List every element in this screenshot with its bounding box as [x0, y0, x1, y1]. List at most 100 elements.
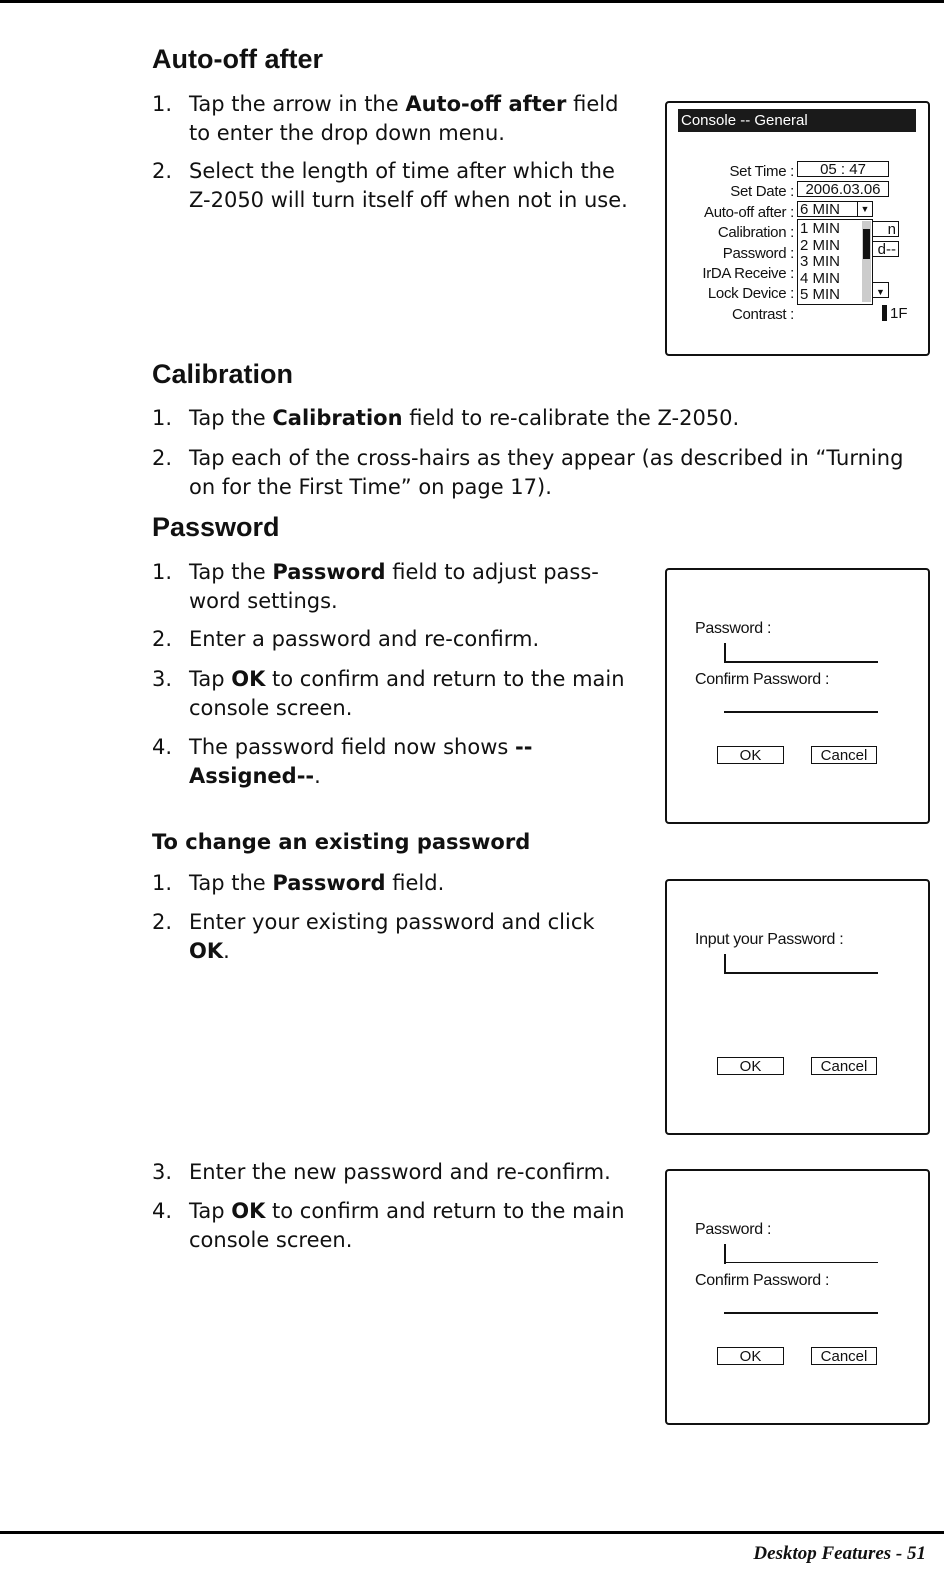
scrollbar-thumb[interactable]: [863, 229, 870, 259]
item-text: Enter a password and re-confirm.: [189, 627, 540, 651]
item-number: 2.: [152, 446, 173, 470]
list-item: 3. Enter the new password and re-confirm.: [152, 1158, 652, 1187]
console-general-screenshot: Console -- General Set Time : Set Date :…: [665, 101, 930, 356]
item-text: The password field now shows: [189, 735, 515, 759]
password-input[interactable]: [724, 661, 878, 663]
contrast-slider-bar[interactable]: [882, 305, 887, 321]
item-bold: Calibration: [272, 406, 403, 430]
option-2-min[interactable]: 2 MIN: [800, 238, 840, 254]
ok-button[interactable]: OK: [717, 746, 784, 764]
option-5-min[interactable]: 5 MIN: [800, 287, 840, 303]
item-text: Tap the: [189, 871, 273, 895]
list-item: 4. The password field now shows --Assigne…: [152, 733, 572, 791]
item-number: 1.: [152, 871, 173, 895]
item-text: Tap the arrow in the: [189, 92, 406, 116]
input-password-label: Input your Password :: [695, 931, 844, 948]
option-3-min[interactable]: 3 MIN: [800, 254, 840, 270]
item-number: 3.: [152, 667, 173, 691]
item-text: Tap: [189, 1199, 232, 1223]
item-number: 4.: [152, 1199, 173, 1223]
confirm-password-input[interactable]: [724, 1312, 878, 1314]
item-text: Select the length of time after which th…: [189, 159, 628, 212]
item-text: Enter the new password and re-confirm.: [189, 1160, 611, 1184]
item-bold: OK: [231, 1199, 266, 1223]
cancel-button[interactable]: Cancel: [811, 1347, 877, 1365]
item-bold: OK: [231, 667, 266, 691]
auto-off-dropdown[interactable]: 6 MIN ▼: [797, 200, 873, 218]
list-item: 2. Tap each of the cross-hairs as they ap…: [152, 444, 932, 502]
dropdown-arrow-icon: ▼: [876, 287, 885, 297]
list-item: 1. Tap the Calibration field to re-calibr…: [152, 404, 932, 433]
list-item: 4. Tap OK to confirm and return to the ma…: [152, 1197, 652, 1255]
text-cursor: [724, 1244, 726, 1264]
top-rule: [0, 0, 944, 3]
ok-button[interactable]: OK: [717, 1347, 784, 1365]
auto-off-value: 6 MIN: [800, 201, 841, 218]
option-4-min[interactable]: 4 MIN: [800, 271, 840, 287]
heading-change-password: To change an existing password: [152, 830, 531, 854]
label-lock-device: Lock Device :: [707, 285, 794, 302]
set-date-field[interactable]: 2006.03.06: [797, 181, 889, 198]
input-password-screenshot: Input your Password : OK Cancel: [665, 879, 930, 1135]
console-title-bar: Console -- General: [678, 109, 916, 132]
label-set-time: Set Time :: [729, 163, 794, 180]
item-bold: Password: [272, 871, 386, 895]
option-1-min[interactable]: 1 MIN: [800, 221, 840, 237]
item-text: .: [314, 764, 321, 788]
item-text: Tap the: [189, 560, 273, 584]
item-text: .: [223, 939, 230, 963]
heading-auto-off: Auto-off after: [152, 44, 323, 74]
item-text: Enter your existing password and click: [189, 910, 595, 934]
heading-password: Password: [152, 512, 280, 542]
calibration-field[interactable]: n: [872, 221, 899, 238]
footer-rule: [0, 1531, 944, 1534]
heading-calibration: Calibration: [152, 359, 294, 389]
list-item: 2. Enter a password and re-confirm.: [152, 625, 652, 654]
password-input[interactable]: [724, 1262, 878, 1263]
lock-device-dropdown[interactable]: ▼: [872, 282, 889, 298]
item-number: 1.: [152, 92, 173, 116]
item-bold: Auto-off after: [405, 92, 567, 116]
list-item: 2. Select the length of time after which …: [152, 157, 642, 215]
page-footer: Desktop Features - 51: [753, 1543, 926, 1564]
text-cursor: [724, 954, 726, 974]
item-text: Tap the: [189, 406, 273, 430]
confirm-password-label: Confirm Password :: [695, 1272, 830, 1289]
scrollbar[interactable]: [862, 221, 871, 302]
confirm-password-input[interactable]: [724, 711, 878, 713]
item-number: 2.: [152, 910, 173, 934]
item-text: field to re-calibrate the Z-2050.: [402, 406, 740, 430]
label-auto-off: Auto-off after :: [704, 204, 794, 221]
cancel-button[interactable]: Cancel: [811, 746, 877, 764]
item-text: Tap each of the cross-hairs as they appe…: [189, 446, 904, 499]
label-set-date: Set Date :: [730, 183, 794, 200]
document-page: Auto-off after 1. Tap the arrow in the Au…: [0, 0, 944, 1586]
ok-button[interactable]: OK: [717, 1057, 784, 1075]
list-item: 3. Tap OK to confirm and return to the ma…: [152, 665, 652, 723]
item-number: 2.: [152, 159, 173, 183]
item-bold: Password: [272, 560, 386, 584]
item-number: 2.: [152, 627, 173, 651]
auto-off-options-list[interactable]: 1 MIN 2 MIN 3 MIN 4 MIN 5 MIN: [797, 219, 873, 305]
new-password-screenshot: Password : Confirm Password : OK Cancel: [665, 1169, 930, 1425]
list-item: 2. Enter your existing password and click…: [152, 908, 632, 966]
contrast-value: 1F: [890, 305, 908, 322]
password-field[interactable]: d--: [872, 241, 899, 258]
existing-password-input[interactable]: [724, 972, 878, 974]
password-label: Password :: [695, 1221, 772, 1238]
dropdown-arrow-icon[interactable]: ▼: [857, 200, 872, 217]
text-cursor: [724, 643, 726, 663]
set-password-screenshot: Password : Confirm Password : OK Cancel: [665, 568, 930, 824]
item-number: 3.: [152, 1160, 173, 1184]
cancel-button[interactable]: Cancel: [811, 1057, 877, 1075]
item-number: 1.: [152, 406, 173, 430]
item-number: 4.: [152, 735, 173, 759]
list-item: 1. Tap the Password field.: [152, 869, 652, 898]
password-label: Password :: [695, 620, 772, 637]
item-text: field.: [385, 871, 445, 895]
label-calibration: Calibration :: [717, 224, 794, 241]
confirm-password-label: Confirm Password :: [695, 671, 830, 688]
set-time-field[interactable]: 05 : 47: [797, 161, 889, 178]
label-irda: IrDA Receive :: [702, 265, 794, 282]
item-number: 1.: [152, 560, 173, 584]
